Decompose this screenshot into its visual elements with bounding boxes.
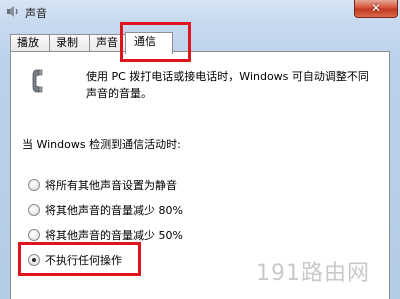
option-do-nothing[interactable]: 不执行任何操作 — [28, 252, 122, 268]
description-line-2: 声音的音量。 — [86, 87, 152, 100]
tab-strip: 播放 录制 声音 通信 — [10, 32, 390, 54]
radio-button[interactable] — [28, 204, 40, 216]
option-label: 不执行任何操作 — [45, 254, 122, 267]
tab-communications[interactable]: 通信 — [125, 32, 173, 54]
close-button[interactable]: ✕ — [354, 0, 398, 18]
option-label: 将其他声音的音量减少 50% — [45, 229, 183, 242]
watermark: 191路由网 — [256, 261, 370, 286]
option-reduce-80[interactable]: 将其他声音的音量减少 80% — [28, 202, 183, 218]
option-mute-all[interactable]: 将所有其他声音设置为静音 — [28, 177, 177, 193]
speaker-icon — [6, 5, 20, 18]
option-label: 将其他声音的音量减少 80% — [45, 204, 183, 217]
radio-button[interactable] — [28, 229, 40, 241]
communications-description: 使用 PC 拨打电话或接电话时，Windows 可自动调整不同 声音的音量。 — [86, 68, 386, 102]
option-reduce-50[interactable]: 将其他声音的音量减少 50% — [28, 227, 183, 243]
phone-handset-icon — [32, 69, 46, 93]
radio-button[interactable] — [28, 179, 40, 191]
window-title: 声音 — [25, 7, 47, 20]
when-detected-label: 当 Windows 检测到通信活动时: — [22, 138, 181, 151]
title-bar: 声音 ✕ — [0, 0, 400, 24]
option-label: 将所有其他声音设置为静音 — [45, 179, 177, 192]
description-line-1: 使用 PC 拨打电话或接电话时，Windows 可自动调整不同 — [86, 70, 369, 83]
radio-button-selected[interactable] — [28, 254, 40, 266]
